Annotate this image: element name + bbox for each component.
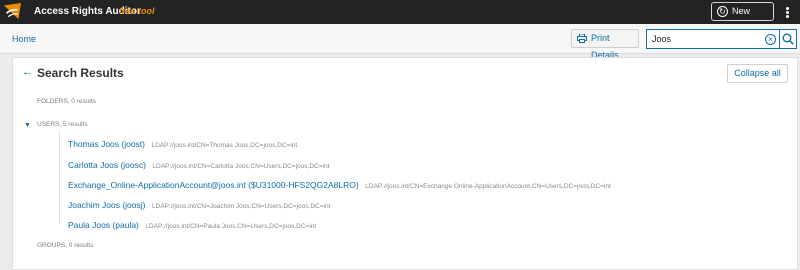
- user-ldap-path: LDAP://joos.int/CN=Joachim Joos,CN=Users…: [151, 203, 331, 210]
- clear-icon[interactable]: ×: [765, 34, 776, 45]
- menu-icon[interactable]: [786, 7, 789, 18]
- user-name-link[interactable]: Joachim Joos (joosj): [68, 200, 145, 210]
- user-name-link[interactable]: Carlotta Joos (joosc): [68, 160, 146, 170]
- user-ldap-path: LDAP://joos.int/CN=Paula Joos,CN=Users,D…: [145, 223, 317, 230]
- user-row: Thomas Joos (joost) LDAP://joos.int/CN=T…: [68, 134, 297, 152]
- search-box: ×: [646, 29, 780, 49]
- search-results-panel: ← Search Results Collapse all FOLDERS, 0…: [12, 57, 798, 270]
- groups-group-label[interactable]: GROUPS, 0 results: [37, 242, 93, 249]
- users-group-label[interactable]: USERS, 5 results: [37, 121, 88, 128]
- user-row: Exchange_Online-ApplicationAccount@joos.…: [68, 175, 611, 193]
- user-row: Paula Joos (paula) LDAP://joos.int/CN=Pa…: [68, 215, 316, 233]
- nav-bar: Home Print Details ×: [0, 24, 800, 60]
- search-button[interactable]: [780, 29, 797, 49]
- users-tree-line: [59, 131, 60, 224]
- new-scan-button[interactable]: ↻ New Scan: [711, 2, 774, 33]
- free-tool-badge: free tool: [119, 6, 155, 16]
- expand-icon[interactable]: ▼: [24, 122, 31, 129]
- user-name-link[interactable]: Thomas Joos (joost): [68, 139, 145, 149]
- user-row: Carlotta Joos (joosc) LDAP://joos.int/CN…: [68, 155, 329, 173]
- print-icon: [577, 34, 587, 43]
- user-row: Joachim Joos (joosj) LDAP://joos.int/CN=…: [68, 195, 330, 213]
- print-details-button[interactable]: Print Details: [571, 29, 639, 60]
- page-title: Search Results: [37, 66, 124, 80]
- top-bar: Access Rights Auditor free tool ↻ New Sc…: [0, 0, 800, 33]
- print-details-label: Print Details: [591, 33, 619, 60]
- new-scan-icon: ↻: [717, 6, 728, 17]
- user-ldap-path: LDAP://joos.int/CN=Carlotta Joos,CN=User…: [152, 163, 330, 170]
- collapse-all-button[interactable]: Collapse all: [727, 64, 788, 83]
- search-icon: [782, 33, 794, 45]
- folders-group-label[interactable]: FOLDERS, 0 results: [37, 98, 96, 105]
- back-arrow-icon[interactable]: ←: [22, 66, 33, 78]
- search-input[interactable]: [652, 32, 762, 46]
- user-ldap-path: LDAP://joos.int/CN=Thomas Joos,DC=joos,D…: [151, 142, 298, 149]
- logo-icon: [4, 3, 21, 20]
- home-link[interactable]: Home: [12, 34, 36, 44]
- user-ldap-path: LDAP://joos.int/CN=Exchange Online-Appli…: [365, 183, 611, 190]
- user-name-link[interactable]: Exchange_Online-ApplicationAccount@joos.…: [68, 180, 359, 190]
- user-name-link[interactable]: Paula Joos (paula): [68, 220, 139, 230]
